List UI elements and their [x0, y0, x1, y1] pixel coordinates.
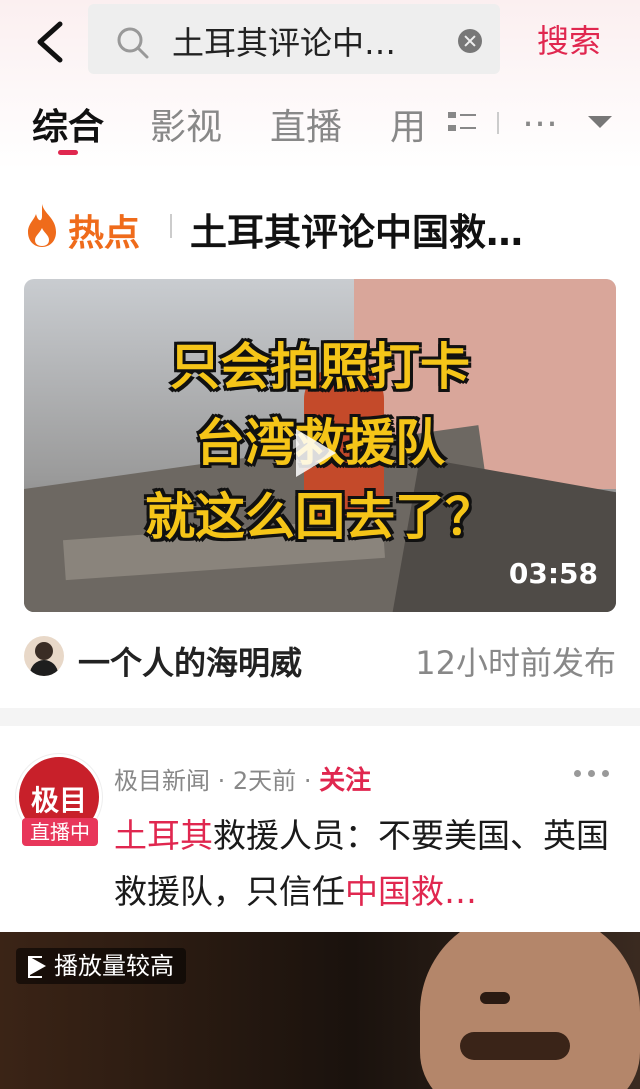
title-highlight: 中国救…	[345, 872, 477, 911]
follow-button[interactable]: 关注	[319, 766, 371, 796]
publish-time: 12小时前发布	[415, 644, 616, 682]
more-options-icon[interactable]	[574, 770, 610, 780]
section-divider	[0, 708, 640, 726]
post-meta: 极目新闻 · 2天前 · 关注	[114, 760, 371, 797]
avatar[interactable]	[24, 636, 64, 676]
video-caption-line: 就这么回去了？	[145, 488, 495, 546]
hot-label: 热点	[68, 213, 141, 254]
category-tabs: 综合 影视 直播 用 …	[0, 94, 640, 158]
play-icon[interactable]	[296, 429, 336, 477]
video-duration: 03:58	[508, 557, 598, 590]
popular-badge-label: 播放量较高	[54, 952, 174, 980]
search-input[interactable]: 土耳其评论中…	[172, 18, 444, 64]
tab-video[interactable]: 影视	[150, 98, 222, 150]
logo-text: 极目	[30, 784, 87, 817]
back-button[interactable]	[28, 14, 78, 70]
search-icon	[117, 27, 149, 59]
publisher-name[interactable]: 极目新闻	[114, 767, 210, 795]
list-icon[interactable]	[448, 110, 478, 136]
live-badge[interactable]: 直播中	[22, 818, 98, 846]
post-age: 2天前	[232, 767, 297, 795]
hot-title[interactable]: 土耳其评论中国救…	[190, 202, 616, 256]
search-button[interactable]: 搜索	[537, 16, 601, 62]
featured-video[interactable]: 只会拍照打卡 台湾救援队 就这么回去了？ 03:58	[24, 279, 616, 612]
tab-user[interactable]: 用	[390, 98, 426, 150]
flame-icon	[28, 204, 56, 247]
tab-all[interactable]: 综合	[32, 98, 104, 150]
tab-divider	[497, 112, 499, 134]
play-icon	[30, 957, 46, 975]
author-row[interactable]: 一个人的海明威 12小时前发布	[24, 634, 616, 682]
popular-badge: 播放量较高	[16, 948, 186, 984]
clear-icon[interactable]	[458, 29, 482, 53]
chevron-left-icon	[37, 21, 63, 63]
video-thumbnail	[420, 932, 640, 1089]
active-tab-indicator	[58, 150, 78, 155]
post-video[interactable]: 播放量较高	[0, 932, 640, 1089]
author-name[interactable]: 一个人的海明威	[78, 638, 302, 684]
hot-topic[interactable]: 热点 土耳其评论中国救…	[24, 198, 616, 254]
search-box[interactable]: 土耳其评论中…	[88, 4, 500, 74]
tab-live[interactable]: 直播	[270, 98, 342, 150]
chevron-down-icon[interactable]	[588, 116, 612, 130]
title-highlight: 土耳其	[114, 816, 213, 855]
meta-dot: ·	[303, 767, 320, 795]
meta-dot: ·	[217, 767, 233, 795]
post-title[interactable]: 土耳其救援人员：不要美国、英国救援队，只信任中国救…	[114, 808, 614, 920]
hot-divider	[170, 214, 172, 238]
tab-more[interactable]: …	[522, 94, 558, 135]
video-caption-line: 只会拍照打卡	[170, 338, 470, 396]
